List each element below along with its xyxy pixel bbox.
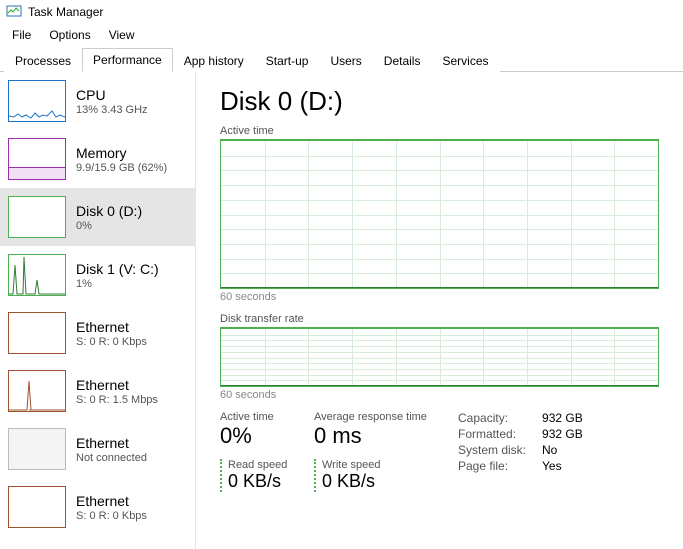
ethernet2-thumbnail (8, 370, 66, 412)
read-speed-value: 0 KB/s (228, 471, 287, 492)
disk0-thumbnail (8, 196, 66, 238)
ethernet1-thumbnail (8, 312, 66, 354)
write-speed-label: Write speed (322, 459, 381, 471)
prop-capacity-key: Capacity: (458, 411, 526, 425)
sidebar-item-ethernet-1[interactable]: Ethernet S: 0 R: 0 Kbps (0, 304, 195, 362)
sidebar-item-memory[interactable]: Memory 9.9/15.9 GB (62%) (0, 130, 195, 188)
sidebar-eth3-title: Ethernet (76, 435, 147, 451)
chart-transfer-rate (220, 327, 659, 387)
sidebar-cpu-sub: 13% 3.43 GHz (76, 104, 148, 116)
sidebar-eth1-title: Ethernet (76, 319, 147, 335)
window-title: Task Manager (28, 5, 103, 19)
sidebar-item-ethernet-3[interactable]: Ethernet Not connected (0, 420, 195, 478)
performance-sidebar[interactable]: CPU 13% 3.43 GHz Memory 9.9/15.9 GB (62%… (0, 72, 196, 549)
tab-services[interactable]: Services (431, 49, 499, 72)
menu-view[interactable]: View (101, 26, 143, 44)
stats-row: Active time 0% Read speed 0 KB/s Average… (220, 411, 659, 492)
disk1-thumbnail (8, 254, 66, 296)
prop-page-key: Page file: (458, 459, 526, 473)
menu-options[interactable]: Options (41, 26, 98, 44)
sidebar-eth3-sub: Not connected (76, 452, 147, 464)
sidebar-memory-sub: 9.9/15.9 GB (62%) (76, 162, 167, 174)
sidebar-eth4-sub: S: 0 R: 0 Kbps (76, 510, 147, 522)
prop-page-val: Yes (542, 459, 583, 473)
axis-label-active: 60 seconds (220, 291, 659, 303)
main-title: Disk 0 (D:) (220, 86, 659, 117)
chart-transfer-label: Disk transfer rate (220, 313, 659, 325)
chart-active-label: Active time (220, 125, 659, 137)
avg-resp-label: Average response time (314, 411, 434, 423)
sidebar-eth1-sub: S: 0 R: 0 Kbps (76, 336, 147, 348)
sidebar-item-ethernet-4[interactable]: Ethernet S: 0 R: 0 Kbps (0, 478, 195, 536)
ethernet3-thumbnail (8, 428, 66, 470)
sidebar-disk1-title: Disk 1 (V: C:) (76, 261, 159, 277)
tab-users[interactable]: Users (319, 49, 372, 72)
tabs: Processes Performance App history Start-… (0, 46, 683, 72)
ethernet4-thumbnail (8, 486, 66, 528)
app-icon (6, 3, 22, 22)
sidebar-eth4-title: Ethernet (76, 493, 147, 509)
sidebar-disk0-title: Disk 0 (D:) (76, 203, 142, 219)
sidebar-item-cpu[interactable]: CPU 13% 3.43 GHz (0, 72, 195, 130)
main-panel: Disk 0 (D:) Active time 60 seconds Disk … (196, 72, 683, 549)
sidebar-cpu-title: CPU (76, 87, 148, 103)
avg-resp-value: 0 ms (314, 423, 434, 449)
sidebar-item-disk1[interactable]: Disk 1 (V: C:) 1% (0, 246, 195, 304)
tab-details[interactable]: Details (373, 49, 432, 72)
titlebar: Task Manager (0, 0, 683, 24)
content-area: CPU 13% 3.43 GHz Memory 9.9/15.9 GB (62%… (0, 72, 683, 549)
tab-performance[interactable]: Performance (82, 48, 173, 72)
prop-formatted-key: Formatted: (458, 427, 526, 441)
active-time-value: 0% (220, 423, 290, 449)
sidebar-eth2-sub: S: 0 R: 1.5 Mbps (76, 394, 158, 406)
sidebar-item-ethernet-2[interactable]: Ethernet S: 0 R: 1.5 Mbps (0, 362, 195, 420)
sidebar-disk1-sub: 1% (76, 278, 159, 290)
sidebar-eth2-title: Ethernet (76, 377, 158, 393)
chart-active-time (220, 139, 659, 289)
sidebar-memory-title: Memory (76, 145, 167, 161)
prop-formatted-val: 932 GB (542, 427, 583, 441)
sidebar-item-disk0[interactable]: Disk 0 (D:) 0% (0, 188, 195, 246)
tab-processes[interactable]: Processes (4, 49, 82, 72)
active-time-label: Active time (220, 411, 290, 423)
axis-label-transfer: 60 seconds (220, 389, 659, 401)
menubar: File Options View (0, 24, 683, 46)
disk-properties: Capacity: 932 GB Formatted: 932 GB Syste… (458, 411, 583, 492)
prop-system-val: No (542, 443, 583, 457)
sidebar-disk0-sub: 0% (76, 220, 142, 232)
menu-file[interactable]: File (4, 26, 39, 44)
cpu-thumbnail (8, 80, 66, 122)
tab-startup[interactable]: Start-up (255, 49, 320, 72)
prop-capacity-val: 932 GB (542, 411, 583, 425)
tab-app-history[interactable]: App history (173, 49, 255, 72)
write-speed-value: 0 KB/s (322, 471, 381, 492)
read-speed-label: Read speed (228, 459, 287, 471)
memory-thumbnail (8, 138, 66, 180)
prop-system-key: System disk: (458, 443, 526, 457)
